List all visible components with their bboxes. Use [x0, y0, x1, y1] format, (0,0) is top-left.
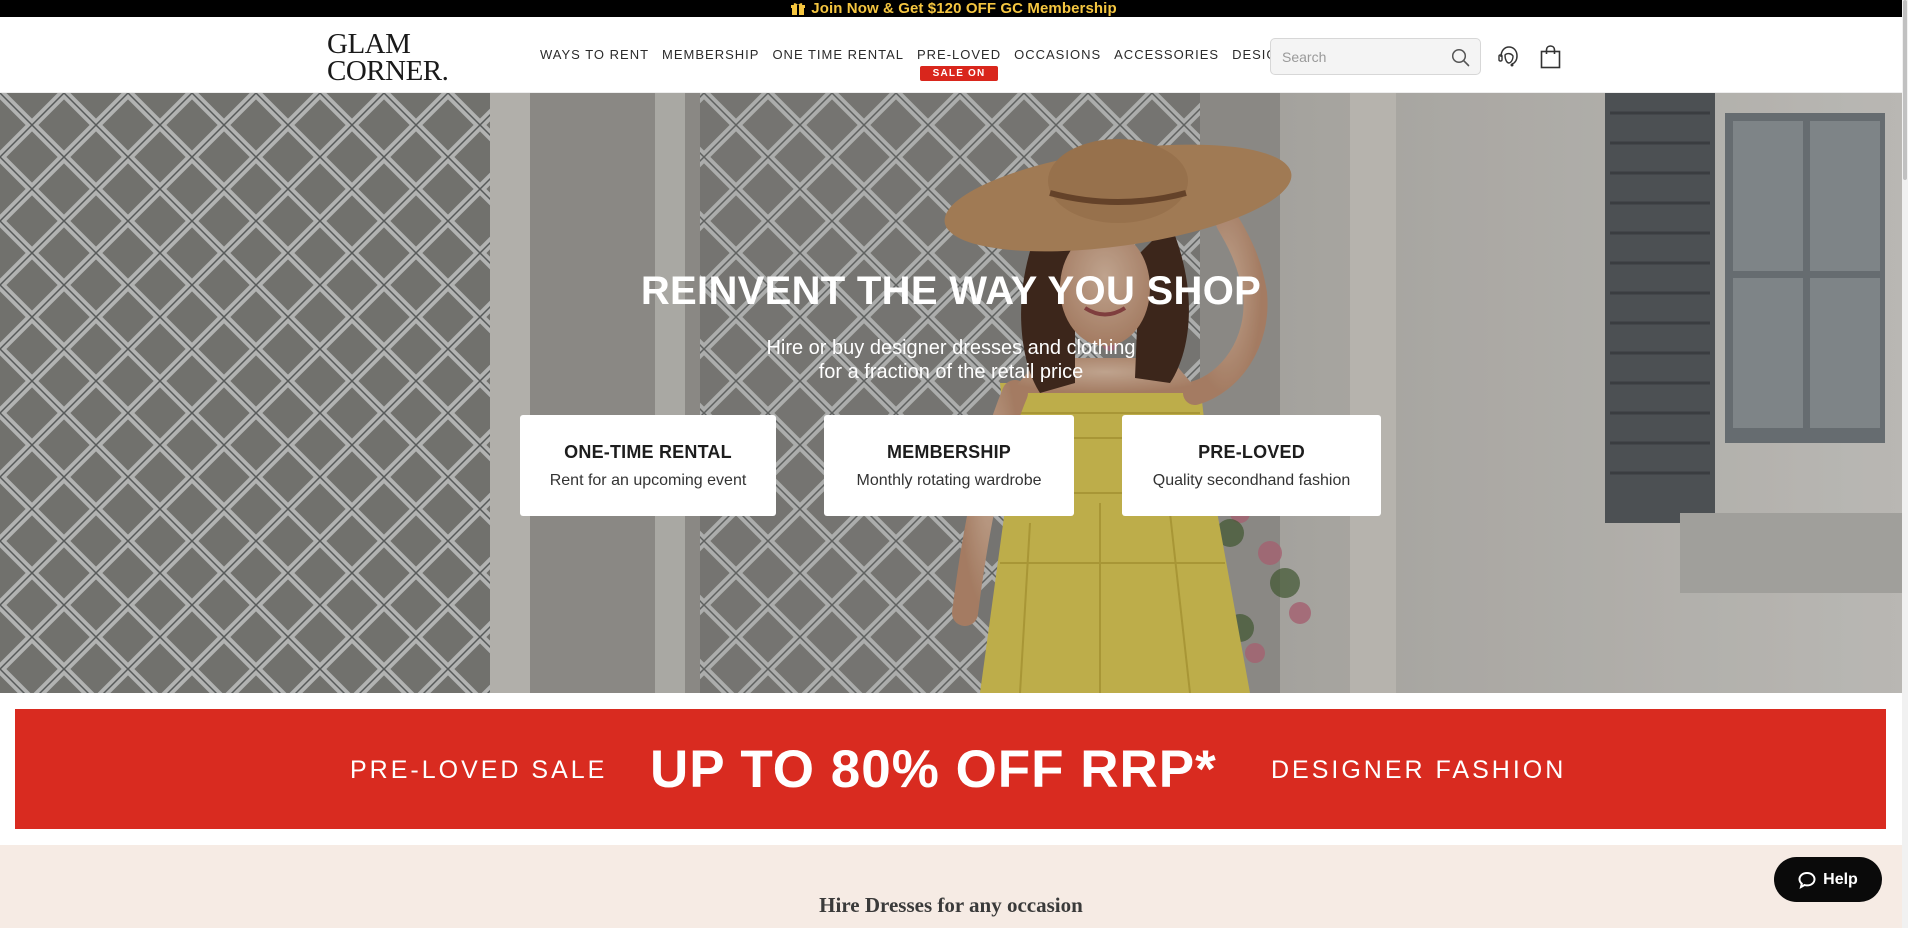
- logo-line-1: GLAM: [327, 28, 411, 60]
- nav-pre-loved-label: PRE-LOVED: [916, 47, 1002, 62]
- help-button[interactable]: Help: [1774, 857, 1882, 902]
- card-subtitle: Rent for an upcoming event: [549, 472, 747, 489]
- scrollbar-thumb[interactable]: [1903, 0, 1907, 180]
- pre-loved-sale-banner[interactable]: PRE-LOVED SALE UP TO 80% OFF RRP* DESIGN…: [15, 709, 1886, 829]
- hero-title: REINVENT THE WAY YOU SHOP: [640, 269, 1262, 313]
- help-label: Help: [1823, 870, 1858, 888]
- search-icon[interactable]: [1451, 48, 1470, 72]
- shopping-bag-icon[interactable]: [1540, 45, 1561, 74]
- occasions-heading: Hire Dresses for any occasion: [819, 893, 1083, 917]
- nav-one-time-rental[interactable]: ONE TIME RENTAL: [772, 47, 904, 62]
- logo[interactable]: GLAM CORNER.: [327, 28, 449, 87]
- search-box: [1270, 38, 1481, 75]
- nav-pre-loved[interactable]: PRE-LOVED SALE ON: [916, 47, 1002, 81]
- search-input[interactable]: [1271, 48, 1441, 65]
- one-time-rental-card[interactable]: ONE-TIME RENTAL Rent for an upcoming eve…: [520, 415, 776, 516]
- nav-membership[interactable]: MEMBERSHIP: [662, 47, 759, 62]
- hero-subtitle-line-1: Hire or buy designer dresses and clothin…: [766, 337, 1136, 359]
- hero-image: [0, 93, 1902, 693]
- promo-left-text: PRE-LOVED SALE: [350, 756, 608, 784]
- chat-bubble-icon: [1798, 871, 1816, 889]
- promo-headline: UP TO 80% OFF RRP*: [650, 740, 1217, 799]
- membership-card[interactable]: MEMBERSHIP Monthly rotating wardrobe: [824, 415, 1074, 516]
- card-subtitle: Monthly rotating wardrobe: [856, 472, 1042, 489]
- stylist-chat-icon[interactable]: [1496, 44, 1522, 75]
- hero-subtitle-line-2: for a fraction of the retail price: [818, 361, 1084, 383]
- announcement-text: Join Now & Get $120 OFF GC Membership: [811, 0, 1117, 17]
- sale-on-badge: SALE ON: [920, 66, 999, 81]
- card-title: ONE-TIME RENTAL: [564, 442, 732, 462]
- nav-accessories[interactable]: ACCESSORIES: [1114, 47, 1219, 62]
- logo-line-2: CORNER.: [327, 55, 449, 87]
- hero-subtitle: Hire or buy designer dresses and clothin…: [0, 336, 1902, 384]
- announcement-bar[interactable]: Join Now & Get $120 OFF GC Membership: [0, 0, 1908, 17]
- main-nav: WAYS TO RENT MEMBERSHIP ONE TIME RENTAL …: [540, 47, 1331, 81]
- site-header: GLAM CORNER. WAYS TO RENT MEMBERSHIP ONE…: [0, 17, 1902, 93]
- nav-occasions[interactable]: OCCASIONS: [1014, 47, 1101, 62]
- page: Join Now & Get $120 OFF GC Membership GL…: [0, 0, 1908, 928]
- hero-banner: REINVENT THE WAY YOU SHOP Hire or buy de…: [0, 93, 1902, 693]
- occasions-section: Hire Dresses for any occasion: [0, 845, 1902, 928]
- card-title: PRE-LOVED: [1198, 442, 1305, 462]
- pre-loved-card[interactable]: PRE-LOVED Quality secondhand fashion: [1122, 415, 1381, 516]
- promo-right-text: DESIGNER FASHION: [1271, 756, 1567, 784]
- card-subtitle: Quality secondhand fashion: [1152, 472, 1351, 489]
- page-scrollbar[interactable]: [1902, 0, 1908, 928]
- gift-icon: [791, 2, 806, 15]
- card-title: MEMBERSHIP: [886, 442, 1011, 462]
- nav-ways-to-rent[interactable]: WAYS TO RENT: [540, 47, 649, 62]
